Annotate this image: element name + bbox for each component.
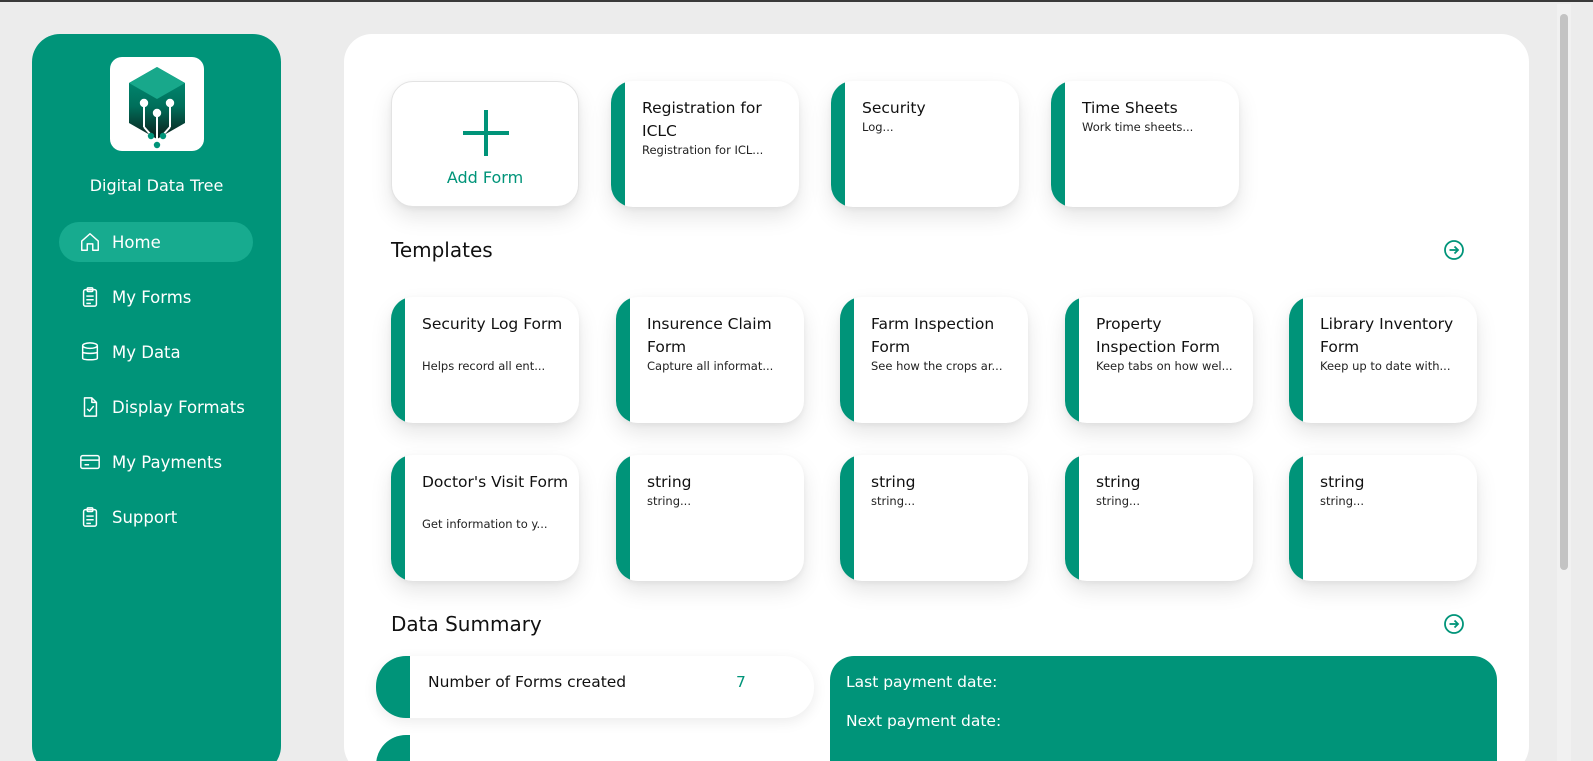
logo-hexagon-tree-icon [129,67,185,149]
forms-created-label: Number of Forms created [428,673,627,691]
template-card[interactable]: Doctor's Visit Form Get information to y… [391,455,579,581]
template-description: Get information to y... [422,517,548,531]
card-accent-stripe [611,81,625,207]
template-card[interactable]: string string... [840,455,1028,581]
template-description: string... [1320,494,1364,508]
form-title: Registration for ICLC [642,99,762,140]
scrollbar-thumb[interactable] [1560,14,1568,570]
form-description: Registration for ICL... [642,143,764,157]
card-accent-stripe [840,455,854,581]
form-description: Log... [862,120,894,134]
template-description: See how the crops ar... [871,359,1003,373]
form-card[interactable]: Security Log... [831,81,1019,207]
template-description: Helps record all ent... [422,359,546,373]
payment-info-panel: Last payment date: Next payment date: [830,656,1497,761]
form-title: Security [862,99,926,117]
card-accent-stripe [1065,297,1079,423]
brand-name: Digital Data Tree [89,176,224,195]
card-accent-stripe [376,735,410,761]
card-accent-stripe [391,297,405,423]
form-card[interactable]: Registration for ICLC Registration for I… [611,81,799,207]
sidebar-item-support[interactable]: Support [59,497,253,537]
templates-heading: Templates [391,238,493,262]
template-description: string... [647,494,691,508]
forms-created-value: 7 [736,673,746,691]
card-accent-stripe [831,81,845,207]
template-title: string [1096,473,1141,491]
card-accent-stripe [1051,81,1065,207]
template-description: Keep up to date with... [1320,359,1451,373]
forms-created-stat: Number of Forms created 7 [376,656,814,718]
template-description: string... [1096,494,1140,508]
template-title: Library Inventory Form [1320,315,1454,356]
sidebar-item-my-forms[interactable]: My Forms [59,277,253,317]
plus-icon [463,110,509,156]
template-card[interactable]: Library Inventory Form Keep up to date w… [1289,297,1477,423]
clipboard-list-icon [79,506,101,528]
template-title: Property Inspection Form [1096,315,1221,356]
sidebar-item-my-data[interactable]: My Data [59,332,253,372]
template-card[interactable]: string string... [1065,455,1253,581]
sidebar-item-label: My Forms [112,287,192,307]
card-accent-stripe [840,297,854,423]
template-card[interactable]: Insurence Claim Form Capture all informa… [616,297,804,423]
template-title: string [871,473,916,491]
sidebar-item-label: My Payments [112,452,223,472]
form-description: Work time sheets... [1082,120,1194,134]
card-accent-stripe [376,656,410,718]
card-accent-stripe [1289,297,1303,423]
card-accent-stripe [1289,455,1303,581]
template-title: string [1320,473,1365,491]
sidebar-item-label: Display Formats [112,397,245,417]
card-accent-stripe [391,455,405,581]
window-top-border [0,0,1593,2]
clipboard-icon [79,286,101,308]
template-description: Capture all informat... [647,359,774,373]
credit-card-icon [79,451,101,473]
sidebar: Digital Data Tree Home My Forms My Data … [32,34,281,761]
sidebar-item-label: Support [112,507,178,527]
page-scrollbar[interactable] [1557,4,1571,761]
sidebar-item-home[interactable]: Home [59,222,253,262]
card-accent-stripe [1065,455,1079,581]
last-payment-label: Last payment date: [846,673,998,691]
template-card[interactable]: string string... [616,455,804,581]
template-card[interactable]: string string... [1289,455,1477,581]
sidebar-item-display-formats[interactable]: Display Formats [59,387,253,427]
data-summary-heading: Data Summary [391,612,542,636]
document-check-icon [79,396,101,418]
template-title: string [647,473,692,491]
second-stat-card [376,735,814,761]
template-description: string... [871,494,915,508]
database-icon [79,341,101,363]
template-description: Keep tabs on how wel... [1096,359,1233,373]
next-payment-label: Next payment date: [846,712,1002,730]
template-title: Insurence Claim Form [647,315,772,356]
card-accent-stripe [616,455,630,581]
template-card[interactable]: Farm Inspection Form See how the crops a… [840,297,1028,423]
form-title: Time Sheets [1082,99,1178,117]
template-title: Farm Inspection Form [871,315,995,356]
sidebar-item-label: Home [112,232,161,252]
card-accent-stripe [616,297,630,423]
form-card[interactable]: Time Sheets Work time sheets... [1051,81,1239,207]
template-card[interactable]: Property Inspection Form Keep tabs on ho… [1065,297,1253,423]
data-summary-arrow-icon[interactable] [1443,613,1465,635]
sidebar-item-label: My Data [112,342,181,362]
logo [110,57,204,151]
template-title: Doctor's Visit Form [422,473,569,491]
sidebar-item-my-payments[interactable]: My Payments [59,442,253,482]
add-form-card[interactable]: Add Form [391,81,579,207]
home-icon [79,231,101,253]
template-title: Security Log Form [422,315,563,333]
template-card[interactable]: Security Log Form Helps record all ent..… [391,297,579,423]
add-form-label: Add Form [446,168,524,187]
sidebar-nav: Home My Forms My Data Display Formats My… [59,222,253,552]
templates-arrow-icon[interactable] [1443,239,1465,261]
